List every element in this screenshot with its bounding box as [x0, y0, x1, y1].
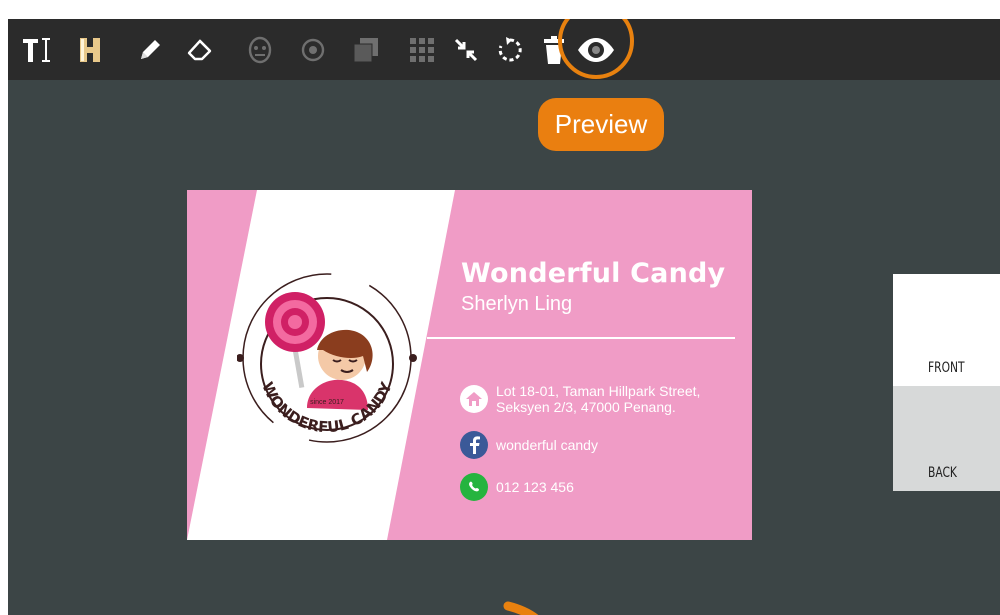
pencil-icon[interactable]: [130, 19, 170, 80]
rotate-handle-arc[interactable]: [502, 600, 562, 615]
card-divider: [427, 337, 735, 339]
logo-since-text: since 2017: [310, 399, 344, 406]
text-tool-icon[interactable]: [16, 19, 56, 80]
eye-icon[interactable]: [576, 19, 616, 80]
phone-row: 012 123 456: [460, 473, 574, 501]
card-side-selector: FRONT BACK: [893, 274, 1000, 491]
person-name: Sherlyn Ling: [461, 293, 573, 315]
preview-tooltip: Preview: [538, 98, 664, 151]
eraser-icon[interactable]: [180, 19, 220, 80]
toolbar: [8, 19, 1000, 80]
address-text: Lot 18-01, Taman Hillpark Street, Seksye…: [496, 383, 700, 415]
front-label: FRONT: [928, 360, 965, 376]
address-row: Lot 18-01, Taman Hillpark Street, Seksye…: [460, 383, 700, 415]
grid-icon[interactable]: [402, 19, 442, 80]
editor-canvas: Preview since 2017 WONDERFUL CANDY Wonde…: [8, 19, 1000, 615]
flower-icon[interactable]: [293, 19, 333, 80]
trash-icon[interactable]: [534, 19, 574, 80]
rotate-icon[interactable]: [490, 19, 530, 80]
phone-text: 012 123 456: [496, 479, 574, 495]
home-icon: [460, 385, 488, 413]
business-card-front[interactable]: since 2017 WONDERFUL CANDY Wonderful Can…: [187, 190, 752, 540]
front-side-tab[interactable]: FRONT: [893, 274, 1000, 386]
heading-tool-icon[interactable]: [70, 19, 110, 80]
layers-icon[interactable]: [346, 19, 386, 80]
face-mask-icon[interactable]: [240, 19, 280, 80]
back-label: BACK: [928, 465, 957, 481]
facebook-row: wonderful candy: [460, 431, 598, 459]
whatsapp-icon: [460, 473, 488, 501]
address-line-2: Seksyen 2/3, 47000 Penang.: [496, 399, 676, 415]
facebook-text: wonderful candy: [496, 437, 598, 453]
address-line-1: Lot 18-01, Taman Hillpark Street,: [496, 383, 701, 399]
company-name: Wonderful Candy: [461, 258, 726, 289]
facebook-icon: [460, 431, 488, 459]
back-side-tab[interactable]: BACK: [893, 386, 1000, 491]
shrink-arrows-icon[interactable]: [446, 19, 486, 80]
candy-logo: since 2017 WONDERFUL CANDY: [237, 273, 417, 443]
